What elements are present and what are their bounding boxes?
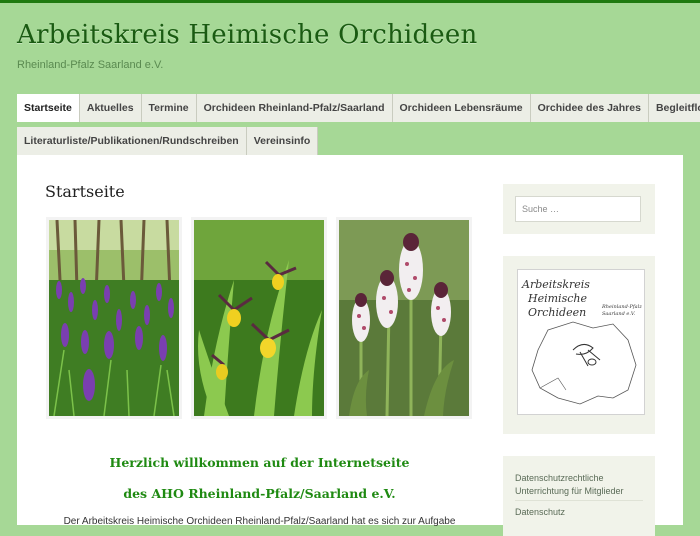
logo-subtext-2: Saarland e.V. — [602, 311, 636, 317]
welcome-heading-line1: Herzlich willkommen auf der Internetseit… — [109, 455, 410, 470]
nav-item-orchideen-rlp-saarland[interactable]: Orchideen Rheinland-Pfalz/Saarland — [196, 94, 393, 122]
nav-item-termine[interactable]: Termine — [141, 94, 197, 122]
nav-item-literaturliste[interactable]: Literaturliste/Publikationen/Rundschreib… — [17, 127, 247, 155]
logo-text-line1: Arbeitskreis — [521, 278, 590, 291]
site-title[interactable]: Arbeitskreis Heimische Orchideen — [17, 20, 477, 50]
main-navigation: Startseite Aktuelles Termine Orchideen R… — [17, 94, 700, 155]
nav-item-orchideen-lebensraeume[interactable]: Orchideen Lebensräume — [392, 94, 531, 122]
logo-widget: Arbeitskreis Heimische Orchideen Rheinla… — [503, 256, 655, 434]
links-divider — [515, 500, 643, 501]
nav-item-begleitflora[interactable]: Begleitflora — [648, 94, 700, 122]
nav-row-1: Startseite Aktuelles Termine Orchideen R… — [17, 94, 700, 122]
welcome-heading-line2: des AHO Rheinland-Pfalz/Saarland e.V. — [123, 486, 396, 501]
page-title: Startseite — [45, 182, 125, 201]
nav-row-2: Literaturliste/Publikationen/Rundschreib… — [17, 127, 657, 155]
link-datenschutz[interactable]: Datenschutz — [515, 506, 643, 519]
intro-text: Der Arbeitskreis Heimische Orchideen Rhe… — [63, 516, 456, 527]
link-datenschutz-unterrichtung[interactable]: Datenschutzrechtliche Unterrichtung für … — [515, 472, 643, 498]
nav-item-startseite[interactable]: Startseite — [17, 94, 80, 122]
nav-item-vereinsinfo[interactable]: Vereinsinfo — [246, 127, 319, 155]
aho-logo[interactable]: Arbeitskreis Heimische Orchideen Rheinla… — [517, 269, 645, 415]
photo-orchid-meadow[interactable] — [46, 217, 182, 419]
nav-item-aktuelles[interactable]: Aktuelles — [79, 94, 142, 122]
photo-burnt-orchid[interactable] — [336, 217, 472, 419]
site-description: Rheinland-Pfalz Saarland e.V. — [17, 59, 164, 71]
search-widget: Suche … — [503, 184, 655, 234]
logo-text-line3: Orchideen — [528, 306, 586, 319]
search-input[interactable]: Suche … — [515, 196, 641, 222]
logo-text-line2: Heimische — [527, 292, 587, 305]
logo-subtext-1: Rheinland-Pfalz — [601, 304, 642, 310]
top-accent-bar — [0, 0, 700, 3]
photo-ladys-slipper[interactable] — [191, 217, 327, 419]
links-widget: Datenschutzrechtliche Unterrichtung für … — [503, 456, 655, 536]
content-card: Startseite Herzlich willkommen auf der I… — [17, 155, 683, 536]
nav-item-orchidee-des-jahres[interactable]: Orchidee des Jahres — [530, 94, 649, 122]
